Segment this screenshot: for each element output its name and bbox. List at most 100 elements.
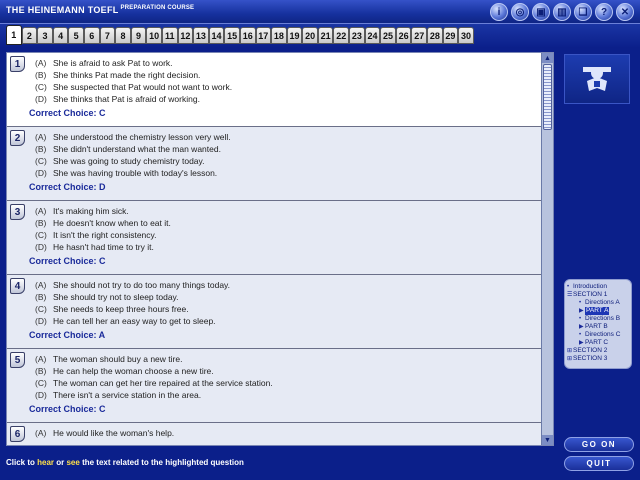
tab-question-1[interactable]: 1	[6, 25, 22, 45]
tab-question-28[interactable]: 28	[427, 27, 443, 44]
question-item[interactable]: 5 (A) The woman should buy a new tire. (B) H…	[7, 349, 543, 423]
question-item[interactable]: 2 (A) She understood the chemistry lesson …	[7, 127, 543, 201]
close-icon[interactable]: ✕	[616, 3, 634, 21]
tab-question-15[interactable]: 15	[224, 27, 240, 44]
option-letter: (B)	[35, 292, 47, 302]
option-text: She understood the chemistry lesson very…	[53, 132, 231, 142]
question-item[interactable]: 1 (A) She is afraid to ask Pat to work. (B)…	[7, 53, 543, 127]
tab-question-27[interactable]: 27	[411, 27, 428, 44]
see-link[interactable]: see	[66, 458, 79, 467]
tab-question-8[interactable]: 8	[115, 27, 131, 44]
tab-question-9[interactable]: 9	[130, 27, 147, 44]
option-text: He hasn't had time to try it.	[53, 242, 154, 252]
option-text: She should try not to sleep today.	[53, 292, 179, 302]
tab-question-7[interactable]: 7	[99, 27, 116, 44]
scroll-thumb[interactable]	[543, 64, 552, 130]
question-panel: 1 (A) She is afraid to ask Pat to work. (B)…	[6, 52, 554, 446]
nav-tree-item[interactable]: ▶ PART A	[567, 307, 629, 315]
hear-link[interactable]: hear	[37, 458, 54, 467]
answer-option: (C) She needs to keep three hours free.	[29, 303, 543, 315]
tab-question-20[interactable]: 20	[302, 27, 318, 44]
nav-tree-item[interactable]: ⊞ SECTION 2	[567, 347, 629, 355]
nav-tree-item[interactable]: • Directions C	[567, 331, 629, 339]
option-text: She needs to keep three hours free.	[53, 304, 189, 314]
question-number-badge[interactable]: 5	[10, 352, 25, 368]
tab-question-14[interactable]: 14	[208, 27, 225, 44]
quit-button[interactable]: QUIT	[564, 456, 634, 471]
question-item[interactable]: 6 (A) He would like the woman's help.	[7, 423, 543, 445]
question-number-badge[interactable]: 1	[10, 56, 25, 72]
option-letter: (D)	[35, 390, 47, 400]
tab-question-10[interactable]: 10	[146, 27, 162, 44]
nav-tree-item[interactable]: • Introduction	[567, 283, 629, 291]
tab-question-6[interactable]: 6	[83, 27, 100, 44]
tree-item-label: Directions C	[585, 331, 621, 338]
tab-question-11[interactable]: 11	[161, 27, 178, 44]
tab-question-4[interactable]: 4	[52, 27, 69, 44]
option-text: She is afraid to ask Pat to work.	[53, 58, 173, 68]
scroll-down-button[interactable]: ▼	[542, 435, 553, 445]
tab-question-5[interactable]: 5	[68, 27, 84, 44]
tape-icon[interactable]: ◎	[511, 3, 529, 21]
go-on-button[interactable]: GO ON	[564, 437, 634, 452]
tab-question-24[interactable]: 24	[364, 27, 381, 44]
tab-question-17[interactable]: 17	[255, 27, 272, 44]
answer-option: (C) She was going to study chemistry toda…	[29, 155, 543, 167]
question-number-badge[interactable]: 4	[10, 278, 25, 294]
tab-question-22[interactable]: 22	[333, 27, 350, 44]
tab-question-26[interactable]: 26	[395, 27, 412, 44]
option-text: She should not try to do too many things…	[53, 280, 231, 290]
info-icon[interactable]: i	[490, 3, 508, 21]
tab-question-21[interactable]: 21	[317, 27, 334, 44]
tab-question-25[interactable]: 25	[380, 27, 396, 44]
help-icon[interactable]: ?	[595, 3, 613, 21]
tree-item-label: Directions A	[585, 299, 620, 306]
option-letter: (B)	[35, 366, 47, 376]
answer-option: (D) She thinks that Pat is afraid of work…	[29, 93, 543, 105]
status-message: Click to hear or see the text related to…	[6, 458, 244, 467]
nav-tree-item[interactable]: • Directions B	[567, 315, 629, 323]
answer-option: (D) There isn't a service station in the …	[29, 389, 543, 401]
tab-question-13[interactable]: 13	[193, 27, 209, 44]
tree-item-label: Directions B	[585, 315, 621, 322]
tab-question-23[interactable]: 23	[349, 27, 365, 44]
question-number-badge[interactable]: 3	[10, 204, 25, 220]
question-item[interactable]: 4 (A) She should not try to do too many th…	[7, 275, 543, 349]
book-icon[interactable]: ❑	[574, 3, 592, 21]
tab-question-29[interactable]: 29	[442, 27, 459, 44]
nav-tree-item[interactable]: ▶ PART B	[567, 323, 629, 331]
question-item[interactable]: 3 (A) It's making him sick. (B) He doesn't k…	[7, 201, 543, 275]
status-post: the text related to the highlighted ques…	[79, 458, 244, 467]
tab-question-16[interactable]: 16	[239, 27, 256, 44]
nav-tree-item[interactable]: ☰ SECTION 1	[567, 291, 629, 299]
tab-question-30[interactable]: 30	[458, 27, 474, 44]
nav-tree-item[interactable]: ▶ PART C	[567, 339, 629, 347]
answer-option: (A) She should not try to do too many thi…	[29, 279, 543, 291]
scrollbar[interactable]: ▲ ▼	[541, 53, 553, 445]
option-letter: (A)	[35, 206, 47, 216]
question-tab-strip: 1 2 3 4 5 6 7 8 9 10 11 12 13 14 15 16 17 18 19 20 21 22 23 24 2…	[0, 24, 640, 48]
scroll-up-button[interactable]: ▲	[542, 53, 553, 63]
question-number-badge[interactable]: 2	[10, 130, 25, 146]
option-text: She suspected that Pat would not want to…	[53, 82, 233, 92]
library-icon[interactable]: ▥	[553, 3, 571, 21]
tab-question-19[interactable]: 19	[286, 27, 303, 44]
question-number-badge[interactable]: 6	[10, 426, 25, 442]
tab-question-18[interactable]: 18	[271, 27, 287, 44]
option-text: She didn't understand what the man wante…	[53, 144, 221, 154]
toolbar-icons: i ◎ ▣ ▥ ❑? ✕	[490, 3, 634, 21]
tab-question-2[interactable]: 2	[21, 27, 38, 44]
option-text: She was going to study chemistry today.	[53, 156, 205, 166]
save-icon[interactable]: ▣	[532, 3, 550, 21]
answer-option: (B) She didn't understand what the man wa…	[29, 143, 543, 155]
option-text: He can tell her an easy way to get to sl…	[53, 316, 216, 326]
answer-option: (A) It's making him sick.	[29, 205, 543, 217]
tab-question-3[interactable]: 3	[37, 27, 53, 44]
title-bar: THE HEINEMANN TOEFL PREPARATION COURSE i ◎…	[0, 0, 640, 24]
answer-option: (C) The woman can get her tire repaired a…	[29, 377, 543, 389]
option-text: It's making him sick.	[53, 206, 129, 216]
nav-tree-item[interactable]: • Directions A	[567, 299, 629, 307]
tab-question-12[interactable]: 12	[177, 27, 194, 44]
option-letter: (A)	[35, 132, 47, 142]
nav-tree-item[interactable]: ⊞ SECTION 3	[567, 355, 629, 363]
